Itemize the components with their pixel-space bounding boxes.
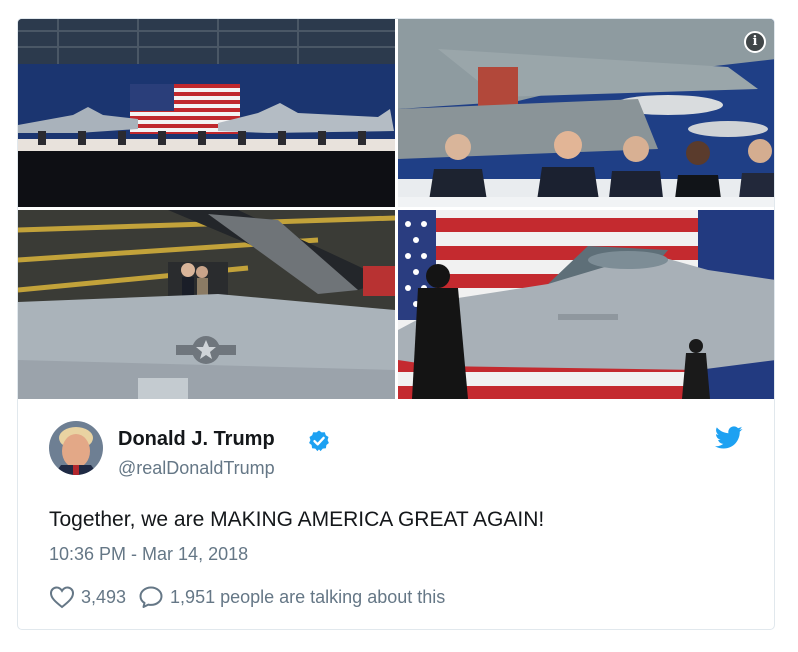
talking-about-count[interactable]: 1,951 people are talking about this [170,587,445,608]
photo-panel-table[interactable]: i [398,19,774,207]
photo-silhouette-jet-flag[interactable] [398,210,774,399]
twitter-bird-icon[interactable] [715,426,743,450]
photo-hangar-event[interactable] [18,19,395,207]
author-name[interactable]: Donald J. Trump [118,428,275,451]
photo-jet-cockpit[interactable] [18,210,395,399]
info-icon[interactable]: i [744,31,766,53]
tweet-timestamp[interactable]: 10:36 PM - Mar 14, 2018 [49,544,248,565]
verified-badge-icon [309,430,329,452]
author-avatar[interactable] [49,421,103,475]
tweet-text: Together, we are MAKING AMERICA GREAT AG… [49,508,545,531]
speech-bubble-icon[interactable] [138,585,164,609]
tweet-stats: 3,493 1,951 people are talking about thi… [49,583,445,611]
like-count[interactable]: 3,493 [81,587,126,608]
heart-icon[interactable] [49,585,75,609]
author-handle[interactable]: @realDonaldTrump [118,458,275,479]
tweet-card[interactable]: i Donald J. Trump @realDonaldTrump Toget… [17,18,775,630]
media-grid: i [18,19,774,399]
